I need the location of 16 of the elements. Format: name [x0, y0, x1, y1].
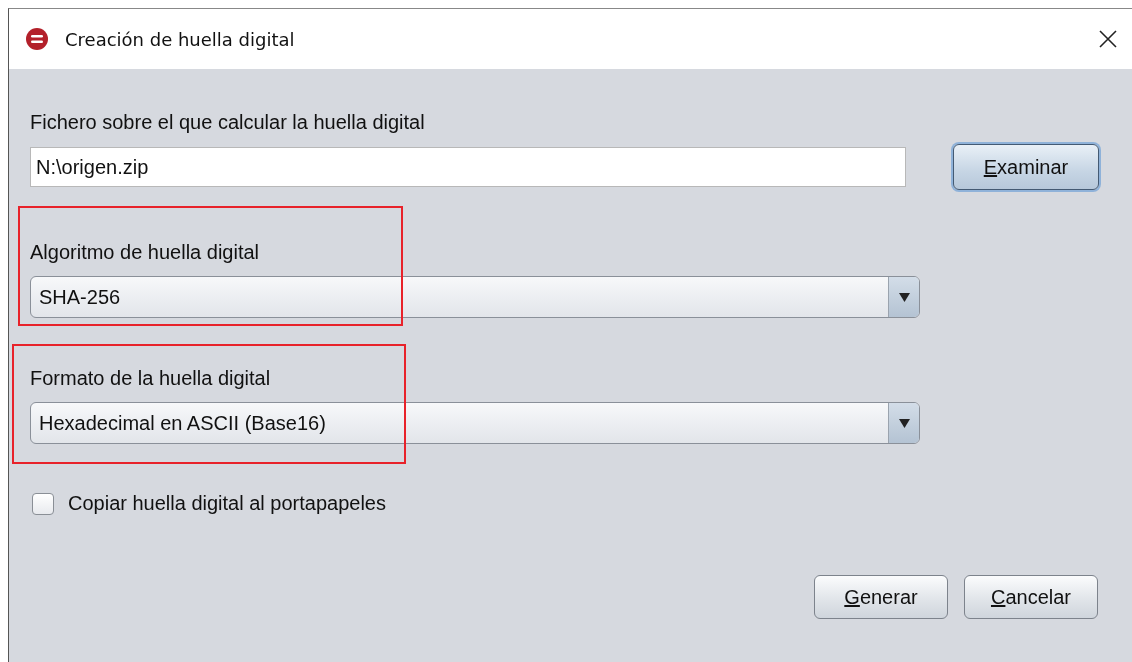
field-label: Fichero sobre el que calcular la huella digital — [30, 110, 426, 135]
dropdown-arrow-icon — [898, 291, 910, 303]
dropdown-arrow-icon — [898, 417, 910, 429]
field-label: Algoritmo de huella digital — [30, 240, 261, 265]
checkbox-label: Copiar huella digital al portapapeles — [68, 492, 386, 515]
file-path-field[interactable]: N:\origen.zip — [30, 147, 906, 187]
dialog-button[interactable]: Cancelar — [964, 575, 1098, 619]
window-title: Creación de huella digital — [65, 28, 296, 50]
field-label: Formato de la huella digital — [30, 366, 272, 391]
close-icon[interactable] — [1098, 29, 1118, 49]
dialog-button[interactable]: Generar — [814, 575, 948, 619]
algorithm-dropdown[interactable]: SHA-256 — [30, 276, 920, 318]
app-logo-icon — [25, 27, 49, 51]
checkbox[interactable] — [32, 492, 54, 515]
browse-button[interactable]: Examinar — [953, 144, 1099, 190]
format-dropdown[interactable]: Hexadecimal en ASCII (Base16) — [30, 402, 920, 444]
